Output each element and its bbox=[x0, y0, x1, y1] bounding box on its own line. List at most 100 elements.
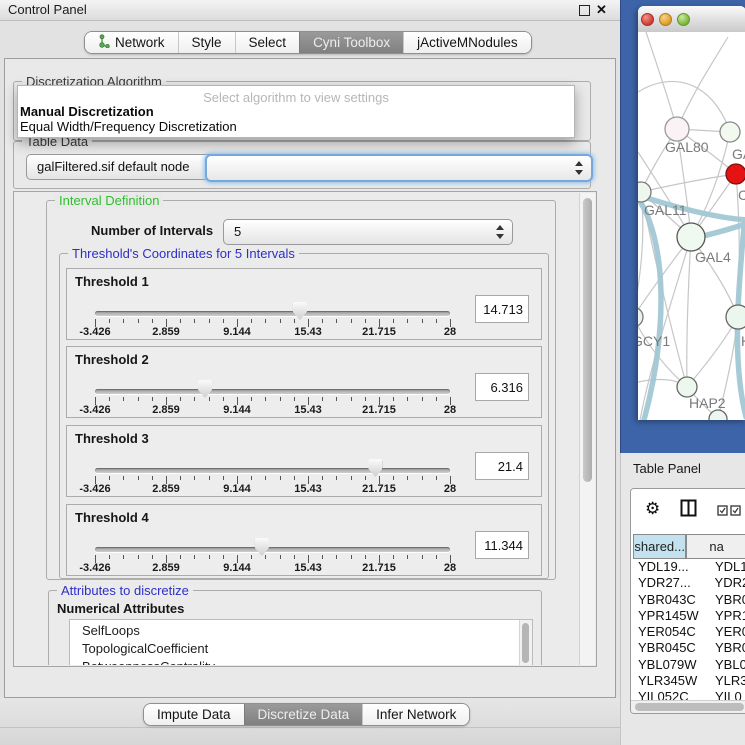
slider-tick bbox=[180, 319, 181, 323]
scrollbar-thumb[interactable] bbox=[583, 198, 592, 482]
slider-thumb[interactable] bbox=[293, 302, 307, 320]
threshold-value-field[interactable] bbox=[475, 373, 529, 401]
list-item[interactable]: BetweennessCentrality bbox=[70, 658, 520, 665]
slider-tick-label: 28 bbox=[444, 562, 456, 574]
slider-tick bbox=[336, 555, 337, 559]
slider-track[interactable] bbox=[95, 311, 450, 316]
network-node[interactable] bbox=[677, 223, 705, 251]
slider-tick bbox=[223, 319, 224, 323]
tab-label: Discretize Data bbox=[258, 707, 350, 722]
slider-track[interactable] bbox=[95, 468, 450, 473]
slider-tick bbox=[436, 476, 437, 480]
tab-cyni-toolbox[interactable]: Cyni Toolbox bbox=[299, 32, 403, 53]
control-panel-titlebar: Control Panel ✕ bbox=[0, 0, 620, 21]
close-traffic-light-icon[interactable] bbox=[641, 13, 654, 26]
slider-tick bbox=[209, 476, 210, 480]
table-row[interactable]: YDR27...YDR2 bbox=[631, 575, 745, 591]
table-row[interactable]: YDL19...YDL1 bbox=[631, 559, 745, 575]
table-row[interactable]: YBL079WYBL0 bbox=[631, 657, 745, 673]
slider-tick bbox=[209, 555, 210, 559]
network-node-label: GA bbox=[732, 146, 745, 162]
network-canvas[interactable]: GAL80GACGAL11GAL4GCY1HHAP2 bbox=[638, 32, 745, 420]
list-item[interactable]: TopologicalCoefficient bbox=[70, 640, 520, 658]
slider-tick-label: 28 bbox=[444, 404, 456, 416]
slider-tick-label: 9.144 bbox=[223, 404, 251, 416]
slider-thumb[interactable] bbox=[198, 380, 212, 398]
slider-tick bbox=[265, 397, 266, 401]
slider-thumb[interactable] bbox=[368, 459, 382, 477]
network-node[interactable] bbox=[709, 410, 727, 420]
scrollbar-thumb[interactable] bbox=[635, 703, 744, 711]
zoom-traffic-light-icon[interactable] bbox=[677, 13, 690, 26]
slider-tick bbox=[294, 397, 295, 401]
slider-tick-label: 15.43 bbox=[294, 562, 322, 574]
network-node[interactable] bbox=[677, 377, 697, 397]
tab-jactivemnodules[interactable]: jActiveMNodules bbox=[403, 32, 531, 53]
slider-tick bbox=[422, 319, 423, 323]
table-row[interactable]: YER054CYER0 bbox=[631, 624, 745, 640]
application-window: Control Panel ✕ Network Style bbox=[0, 0, 745, 745]
group-title: Attributes to discretize bbox=[57, 583, 193, 598]
slider-tick bbox=[351, 319, 352, 323]
tab-label: Cyni Toolbox bbox=[313, 35, 390, 50]
scrollbar-thumb[interactable] bbox=[522, 623, 529, 663]
network-node[interactable] bbox=[726, 164, 745, 184]
threshold-value-field[interactable] bbox=[475, 531, 529, 559]
threshold-1-panel: Threshold 1 -3.4262.8599.14415.4321.7152… bbox=[66, 268, 542, 340]
slider-tick-label: 15.43 bbox=[294, 404, 322, 416]
table-row[interactable]: YBR045CYBR0 bbox=[631, 640, 745, 656]
slider-tick bbox=[336, 476, 337, 480]
panel-scrollbar[interactable] bbox=[579, 193, 595, 665]
gear-icon[interactable]: ⚙ bbox=[645, 500, 660, 517]
table-row[interactable]: YBR043CYBR0 bbox=[631, 592, 745, 608]
slider-tick bbox=[194, 397, 195, 401]
slider-tick bbox=[393, 555, 394, 559]
close-icon[interactable]: ✕ bbox=[596, 2, 607, 18]
minimize-traffic-light-icon[interactable] bbox=[659, 13, 672, 26]
slider-track[interactable] bbox=[95, 389, 450, 394]
node-table: ⚙ shared... bbox=[630, 488, 745, 714]
network-node[interactable] bbox=[726, 305, 745, 329]
group-title: Interval Definition bbox=[55, 193, 163, 208]
slider-tick bbox=[138, 319, 139, 323]
slider-tick bbox=[180, 397, 181, 401]
slider-thumb[interactable] bbox=[255, 538, 269, 556]
tab-select[interactable]: Select bbox=[235, 32, 300, 53]
slider-tick bbox=[251, 476, 252, 480]
slider-tick bbox=[365, 397, 366, 401]
network-node[interactable] bbox=[665, 117, 689, 141]
list-scrollbar[interactable] bbox=[519, 620, 532, 665]
thresholds-group: Threshold's Coordinates for 5 Intervals … bbox=[59, 253, 549, 579]
column-header-shared-name[interactable]: shared... bbox=[633, 534, 686, 559]
slider-tick bbox=[265, 555, 266, 559]
slider-tick bbox=[251, 555, 252, 559]
tab-network[interactable]: Network bbox=[85, 32, 178, 53]
network-node[interactable] bbox=[720, 122, 740, 142]
table-row[interactable]: YPR145WYPR1 bbox=[631, 608, 745, 624]
column-layout-icon[interactable] bbox=[680, 499, 697, 522]
numerical-attributes-label: Numerical Attributes bbox=[57, 601, 184, 616]
number-of-intervals-combobox[interactable]: 5 bbox=[223, 219, 513, 245]
network-node[interactable] bbox=[638, 307, 643, 327]
select-columns-icon[interactable] bbox=[717, 503, 743, 521]
list-item[interactable]: SelfLoops bbox=[70, 622, 520, 640]
column-header-name[interactable]: na bbox=[686, 534, 745, 559]
tab-impute-data[interactable]: Impute Data bbox=[144, 704, 244, 725]
dropdown-option-manual[interactable]: Manual Discretization bbox=[20, 104, 154, 119]
slider-tick bbox=[322, 476, 323, 480]
slider-tick-label: 15.43 bbox=[294, 326, 322, 338]
cell-name: YDR2 bbox=[710, 575, 745, 591]
table-header-row: shared... na bbox=[631, 534, 745, 559]
table-horizontal-scrollbar[interactable] bbox=[631, 700, 745, 714]
slider-track[interactable] bbox=[95, 547, 450, 552]
tab-infer-network[interactable]: Infer Network bbox=[362, 704, 469, 725]
algorithm-combobox[interactable] bbox=[205, 154, 593, 182]
tab-discretize-data[interactable]: Discretize Data bbox=[244, 704, 363, 725]
threshold-value-field[interactable] bbox=[475, 295, 529, 323]
tab-style[interactable]: Style bbox=[178, 32, 235, 53]
bottom-tab-bar: Impute Data Discretize Data Infer Networ… bbox=[143, 703, 470, 726]
dropdown-option-equal-width[interactable]: Equal Width/Frequency Discretization bbox=[20, 119, 237, 134]
threshold-value-field[interactable] bbox=[475, 452, 529, 480]
table-row[interactable]: YLR345WYLR3 bbox=[631, 673, 745, 689]
float-window-icon[interactable] bbox=[579, 5, 590, 16]
